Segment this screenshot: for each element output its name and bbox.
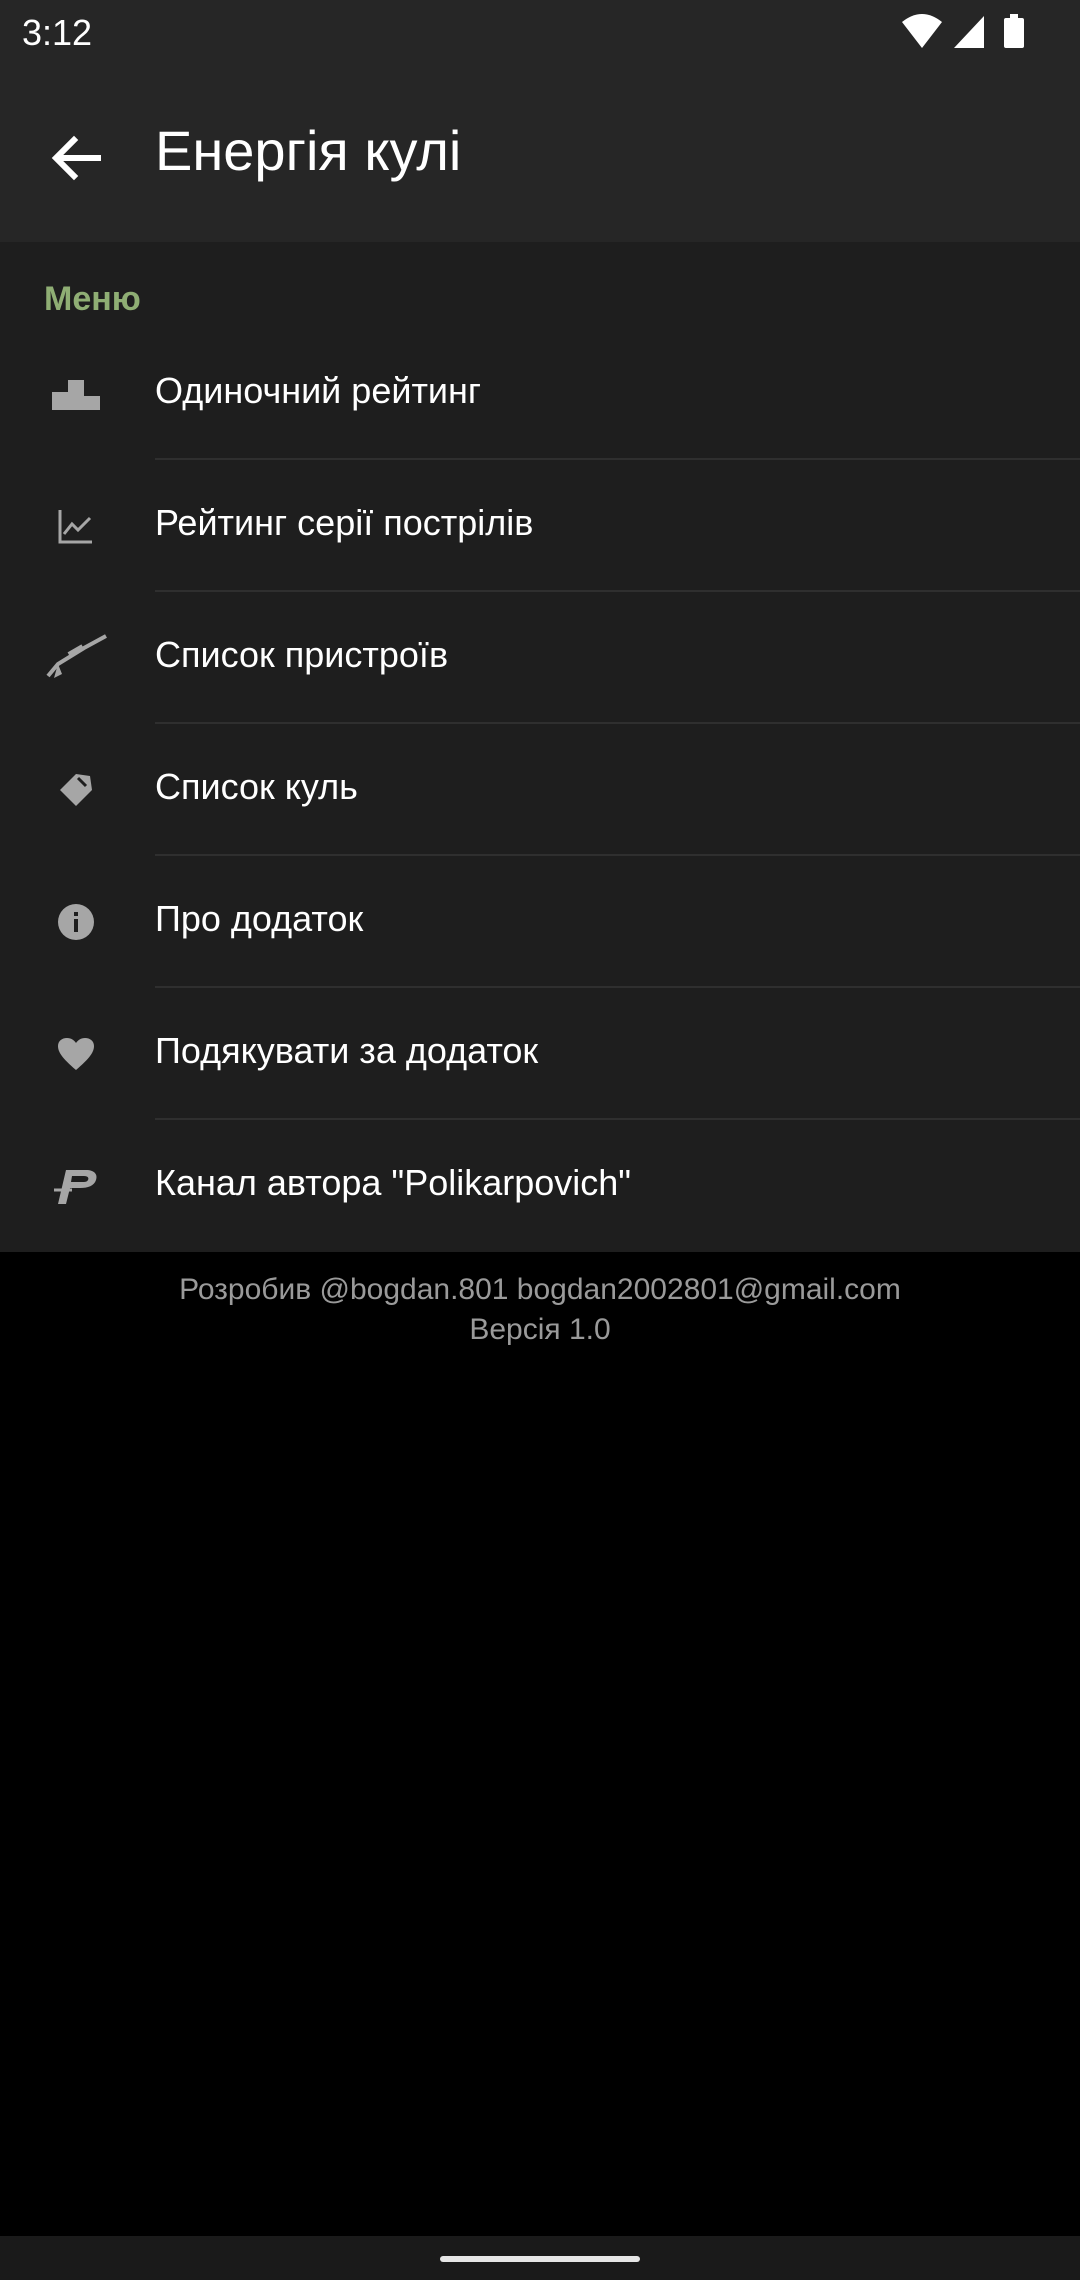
menu-item-author-channel[interactable]: Канал автора "Polikarpovich" bbox=[0, 1120, 1080, 1252]
back-button[interactable] bbox=[36, 118, 116, 198]
gesture-handle[interactable] bbox=[440, 2256, 640, 2262]
menu-item-thank[interactable]: Подякувати за додаток bbox=[0, 988, 1080, 1120]
footer: Розробив @bogdan.801 bogdan2002801@gmail… bbox=[0, 1270, 1080, 1350]
menu-item-single-rating[interactable]: Одиночний рейтинг bbox=[0, 328, 1080, 460]
status-icons bbox=[902, 14, 1024, 48]
menu-item-series-rating[interactable]: Рейтинг серії пострілів bbox=[0, 460, 1080, 592]
menu-item-about[interactable]: Про додаток bbox=[0, 856, 1080, 988]
menu-item-label: Список куль bbox=[155, 766, 358, 807]
app-bar: Енергія кулі bbox=[0, 66, 1080, 242]
developer-info: Розробив @bogdan.801 bogdan2002801@gmail… bbox=[179, 1273, 901, 1306]
status-bar: 3:12 bbox=[0, 0, 1080, 66]
rifle-icon bbox=[44, 626, 108, 690]
menu-item-label: Подякувати за додаток bbox=[155, 1030, 539, 1071]
p-logo-icon bbox=[44, 1154, 108, 1218]
menu-item-label: Рейтинг серії пострілів bbox=[155, 502, 534, 543]
menu-item-label: Список пристроїв bbox=[155, 634, 449, 675]
battery-icon bbox=[1004, 18, 1024, 48]
menu-panel: Меню Одиночний рейтинг Рейтинг серії пос… bbox=[0, 242, 1080, 1252]
version-text: Версія 1.0 bbox=[469, 1313, 611, 1346]
info-icon bbox=[44, 890, 108, 954]
menu-item-bullets[interactable]: Список куль bbox=[0, 724, 1080, 856]
wifi-icon bbox=[902, 14, 942, 48]
chart-line-icon bbox=[44, 494, 108, 558]
menu-header: Меню bbox=[44, 280, 141, 318]
podium-icon bbox=[44, 362, 108, 426]
menu-item-label: Одиночний рейтинг bbox=[155, 370, 482, 411]
menu-item-devices[interactable]: Список пристроїв bbox=[0, 592, 1080, 724]
menu-item-label: Канал автора "Polikarpovich" bbox=[155, 1162, 632, 1203]
page-title: Енергія кулі bbox=[155, 119, 462, 182]
bullet-icon bbox=[44, 758, 108, 822]
menu-item-label: Про додаток bbox=[155, 898, 364, 939]
navigation-bar bbox=[0, 2236, 1080, 2280]
status-time: 3:12 bbox=[22, 12, 93, 53]
signal-icon bbox=[954, 16, 984, 48]
heart-icon bbox=[44, 1022, 108, 1086]
arrow-back-icon bbox=[51, 135, 101, 181]
